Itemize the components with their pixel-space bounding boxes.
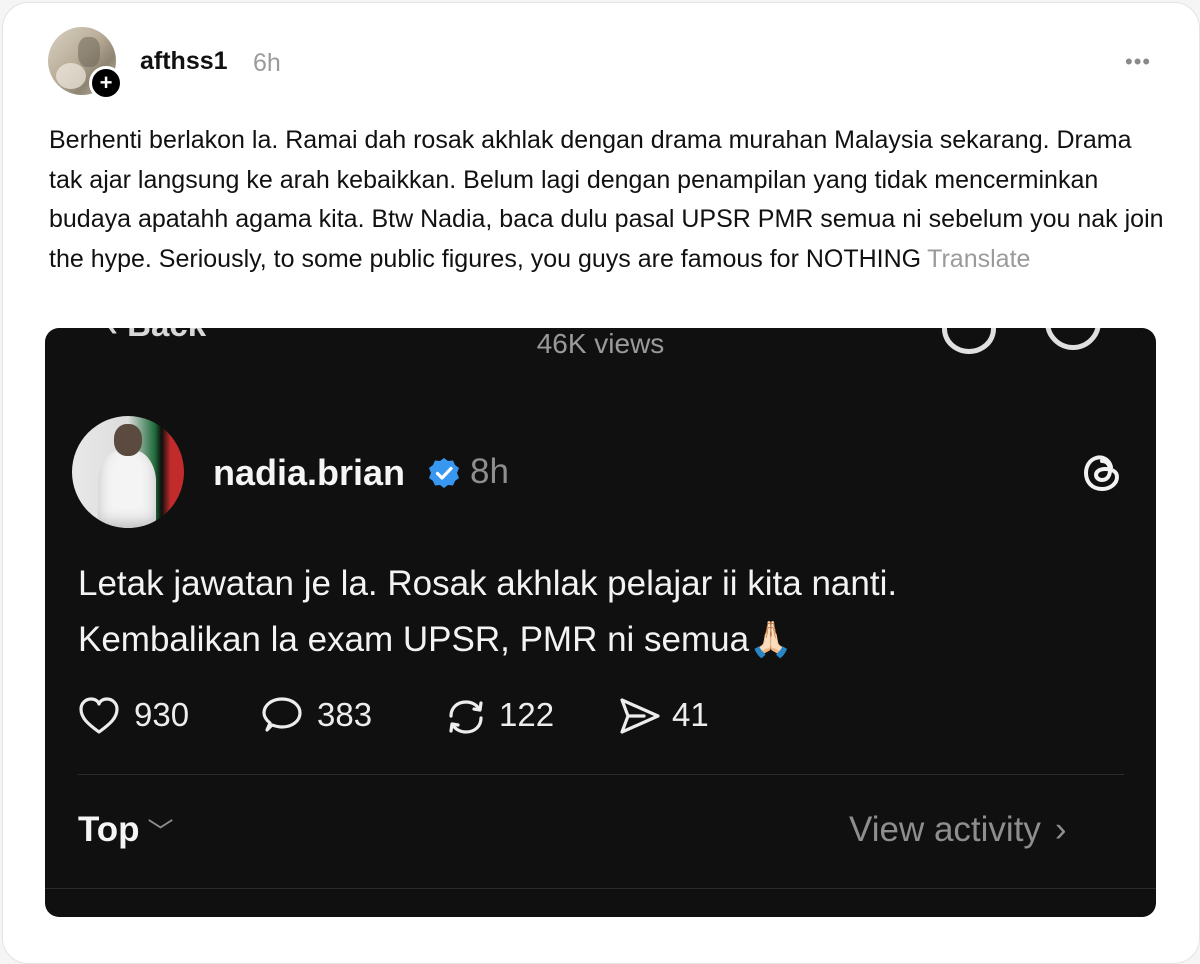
sort-label: Top <box>78 810 140 849</box>
author-username: nadia.brian <box>213 452 406 493</box>
threads-logo-icon <box>1083 455 1120 492</box>
follow-plus-icon[interactable]: + <box>89 66 123 100</box>
post-username[interactable]: afthss1 <box>140 47 228 76</box>
views-count: 46K views <box>536 328 665 359</box>
post-text-line-1: Letak jawatan je la. Rosak akhlak pelaja… <box>78 564 898 603</box>
post-timestamp: 6h <box>253 49 281 77</box>
more-options-icon[interactable]: ••• <box>1125 49 1151 75</box>
post-caption: Berhenti berlakon la. Ramai dah rosak ak… <box>49 121 1164 279</box>
post-text-line-2: Kembalikan la exam UPSR, PMR ni semua🙏🏻 <box>78 620 793 659</box>
author-avatar <box>72 416 184 528</box>
sort-dropdown[interactable]: Top ﹀ <box>78 810 174 850</box>
send-icon <box>620 698 660 734</box>
avatar-detail <box>56 63 86 89</box>
author-timestamp: 8h <box>470 452 509 491</box>
pray-emoji: 🙏🏻 <box>749 620 793 659</box>
chevron-right-icon: › <box>1054 810 1067 849</box>
post-text: Letak jawatan je la. Rosak akhlak pelaja… <box>78 556 1098 668</box>
avatar-detail <box>114 424 142 456</box>
reply-count: 383 <box>317 696 373 733</box>
verified-badge-icon <box>429 458 459 488</box>
translate-link[interactable]: Translate <box>927 245 1030 273</box>
avatar-detail <box>78 37 100 67</box>
heart-icon <box>79 697 119 734</box>
repost-count: 122 <box>499 696 555 733</box>
view-activity-label: View activity <box>849 810 1041 849</box>
divider <box>78 774 1124 775</box>
view-activity-link[interactable]: View activity › <box>849 810 1067 850</box>
comment-icon <box>262 697 302 732</box>
repost-icon <box>449 700 483 734</box>
share-count: 41 <box>672 696 709 733</box>
embedded-screenshot[interactable]: ‹ Back 46K views nadia.brian 8h Letak ja… <box>45 328 1156 917</box>
divider <box>45 888 1156 889</box>
like-count: 930 <box>134 696 190 733</box>
chevron-down-icon: ﹀ <box>147 817 174 847</box>
avatar-detail <box>98 450 156 528</box>
